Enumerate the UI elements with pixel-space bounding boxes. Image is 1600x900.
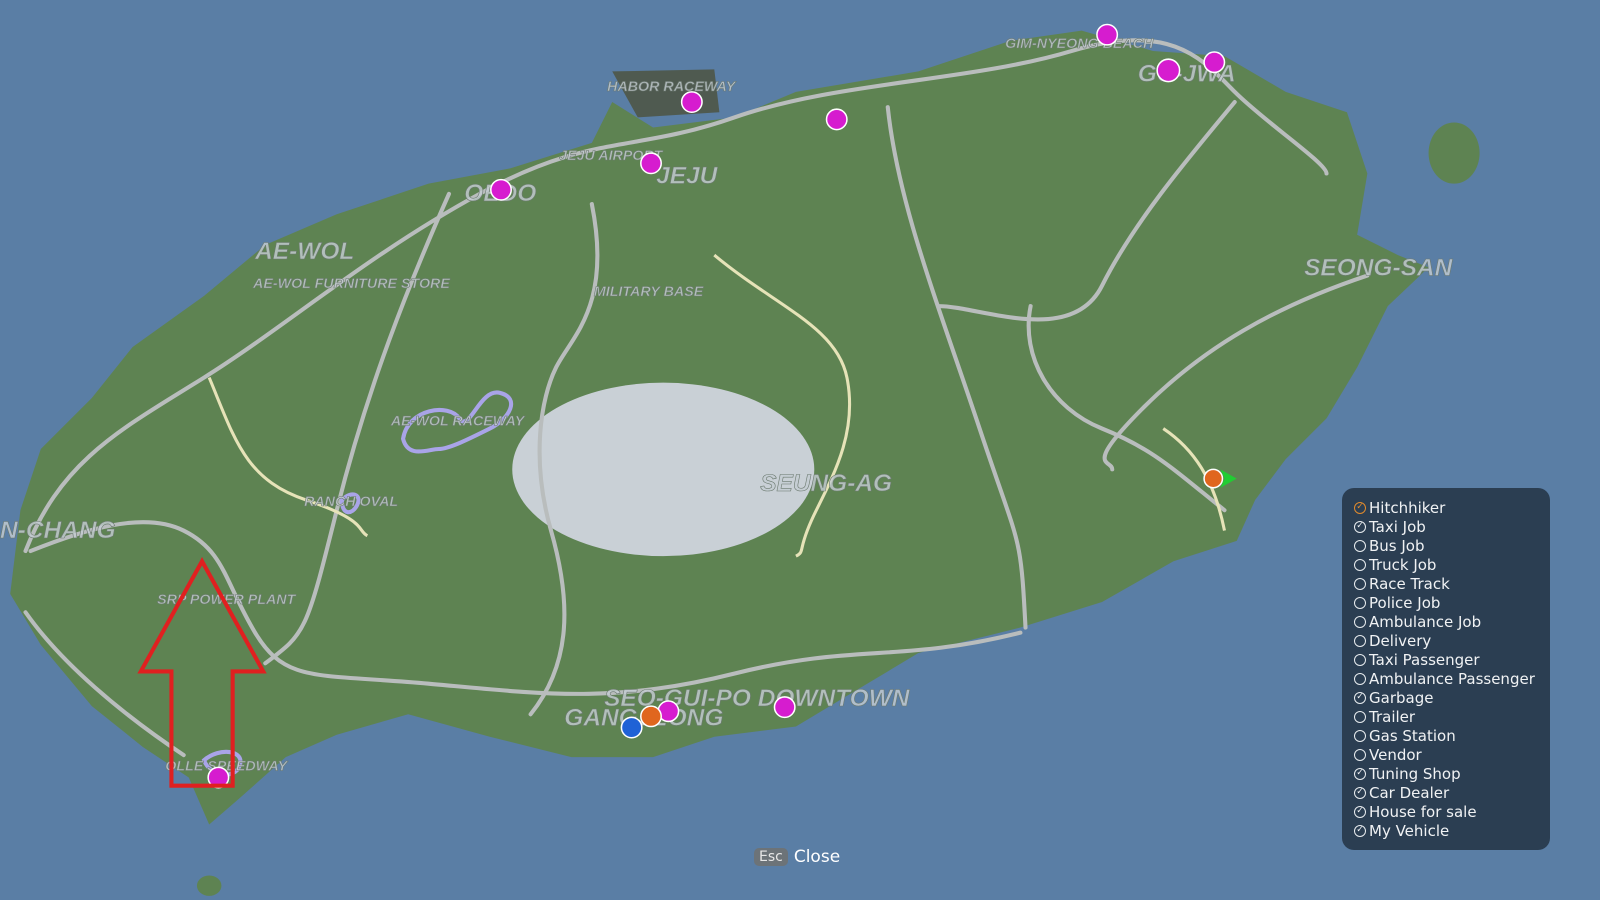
checked-circle-icon[interactable]: ✓ — [1354, 824, 1366, 837]
empty-circle-icon[interactable] — [1354, 710, 1366, 723]
legend-item-label: Race Track — [1369, 574, 1450, 593]
checked-circle-icon[interactable]: ✓ — [1354, 691, 1366, 704]
label-military-base: MILITARY BASE — [594, 284, 704, 300]
empty-circle-icon[interactable] — [1354, 653, 1366, 666]
legend-item-label: Trailer — [1369, 707, 1416, 726]
legend-item-gas-station[interactable]: Gas Station — [1354, 726, 1550, 745]
label-ae-wol: AE-WOL — [254, 238, 354, 265]
label-ae-wol-furniture-store: AE-WOL FURNITURE STORE — [252, 276, 450, 292]
legend-item-label: Tuning Shop — [1369, 764, 1461, 783]
legend-item-label: Police Job — [1369, 593, 1441, 612]
empty-circle-icon[interactable] — [1354, 558, 1366, 571]
label-gim-nyeong-beach: GIM-NYEONG BEACH — [1005, 36, 1154, 52]
car-dealer-icon[interactable] — [825, 108, 848, 131]
checked-circle-icon[interactable]: ✓ — [1354, 805, 1366, 818]
legend-item-ambulance-passenger[interactable]: Ambulance Passenger — [1354, 669, 1550, 688]
legend-item-label: Taxi Job — [1369, 517, 1426, 536]
legend-item-label: Bus Job — [1369, 536, 1425, 555]
legend-item-label: Ambulance Passenger — [1369, 669, 1535, 688]
legend-item-label: Car Dealer — [1369, 783, 1450, 802]
island-islet — [196, 875, 222, 896]
legend-item-label: House for sale — [1369, 802, 1477, 821]
legend-item-vendor[interactable]: Vendor — [1354, 745, 1550, 764]
car-dealer-icon[interactable] — [773, 696, 796, 719]
tuning-shop-icon[interactable] — [1156, 58, 1181, 83]
hitchhiker-icon[interactable] — [1203, 468, 1224, 489]
police-car-icon[interactable] — [620, 716, 643, 739]
empty-circle-icon[interactable] — [1354, 577, 1366, 590]
label-han-chang: N-CHANG — [0, 517, 116, 544]
map-legend: ✓ Hitchhiker ✓ Taxi Job Bus Job Truck Job Race… — [1342, 488, 1550, 850]
legend-item-ambulance-job[interactable]: Ambulance Job — [1354, 612, 1550, 631]
checked-circle-icon[interactable]: ✓ — [1354, 501, 1366, 514]
legend-item-my-vehicle[interactable]: ✓ My Vehicle — [1354, 821, 1550, 840]
legend-item-label: Taxi Passenger — [1369, 650, 1480, 669]
legend-item-label: Hitchhiker — [1369, 498, 1446, 517]
legend-item-truck-job[interactable]: Truck Job — [1354, 555, 1550, 574]
legend-item-trailer[interactable]: Trailer — [1354, 707, 1550, 726]
legend-item-race-track[interactable]: Race Track — [1354, 574, 1550, 593]
legend-item-label: Ambulance Job — [1369, 612, 1482, 631]
checked-circle-icon[interactable]: ✓ — [1354, 786, 1366, 799]
legend-item-label: Truck Job — [1369, 555, 1437, 574]
legend-item-garbage[interactable]: ✓ Garbage — [1354, 688, 1550, 707]
legend-item-label: My Vehicle — [1369, 821, 1450, 840]
legend-item-label: Garbage — [1369, 688, 1434, 707]
label-seong-san: SEONG-SAN — [1304, 255, 1454, 282]
close-button[interactable]: Esc Close — [754, 847, 840, 867]
house-for-sale-icon[interactable] — [1203, 51, 1226, 74]
legend-item-taxi-job[interactable]: ✓ Taxi Job — [1354, 517, 1550, 536]
legend-item-tuning-shop[interactable]: ✓ Tuning Shop — [1354, 764, 1550, 783]
esc-key-badge: Esc — [754, 848, 788, 866]
house-for-sale-icon[interactable] — [1096, 23, 1119, 46]
legend-item-hitchhiker[interactable]: ✓ Hitchhiker — [1354, 498, 1550, 517]
tuning-shop-icon[interactable] — [640, 152, 662, 175]
tuning-shop-icon[interactable] — [680, 91, 703, 114]
empty-circle-icon[interactable] — [1354, 672, 1366, 685]
empty-circle-icon[interactable] — [1354, 596, 1366, 609]
close-label: Close — [793, 847, 841, 867]
label-jeju: JEJU — [656, 163, 719, 190]
empty-circle-icon[interactable] — [1354, 634, 1366, 647]
legend-item-car-dealer[interactable]: ✓ Car Dealer — [1354, 783, 1550, 802]
label-ranch-oval: RANCH OVAL — [304, 494, 398, 510]
legend-item-police-job[interactable]: Police Job — [1354, 593, 1550, 612]
empty-circle-icon[interactable] — [1354, 729, 1366, 742]
legend-item-delivery[interactable]: Delivery — [1354, 631, 1550, 650]
island-islet — [1428, 122, 1480, 184]
label-seung-ag: SEUNG-AG — [760, 470, 892, 497]
checked-circle-icon[interactable]: ✓ — [1354, 520, 1366, 533]
legend-item-house-for-sale[interactable]: ✓ House for sale — [1354, 802, 1550, 821]
label-habor-raceway: HABOR RACEWAY — [607, 79, 737, 95]
home-icon[interactable] — [640, 705, 662, 728]
legend-item-taxi-passenger[interactable]: Taxi Passenger — [1354, 650, 1550, 669]
label-ae-wol-raceway: AE-WOL RACEWAY — [390, 414, 526, 430]
checked-circle-icon[interactable]: ✓ — [1354, 767, 1366, 780]
legend-item-label: Delivery — [1369, 631, 1432, 650]
legend-item-label: Gas Station — [1369, 726, 1456, 745]
empty-circle-icon[interactable] — [1354, 615, 1366, 628]
empty-circle-icon[interactable] — [1354, 539, 1366, 552]
legend-item-label: Vendor — [1369, 745, 1422, 764]
house-for-sale-icon[interactable] — [490, 178, 512, 201]
empty-circle-icon[interactable] — [1354, 748, 1366, 761]
legend-item-bus-job[interactable]: Bus Job — [1354, 536, 1550, 555]
